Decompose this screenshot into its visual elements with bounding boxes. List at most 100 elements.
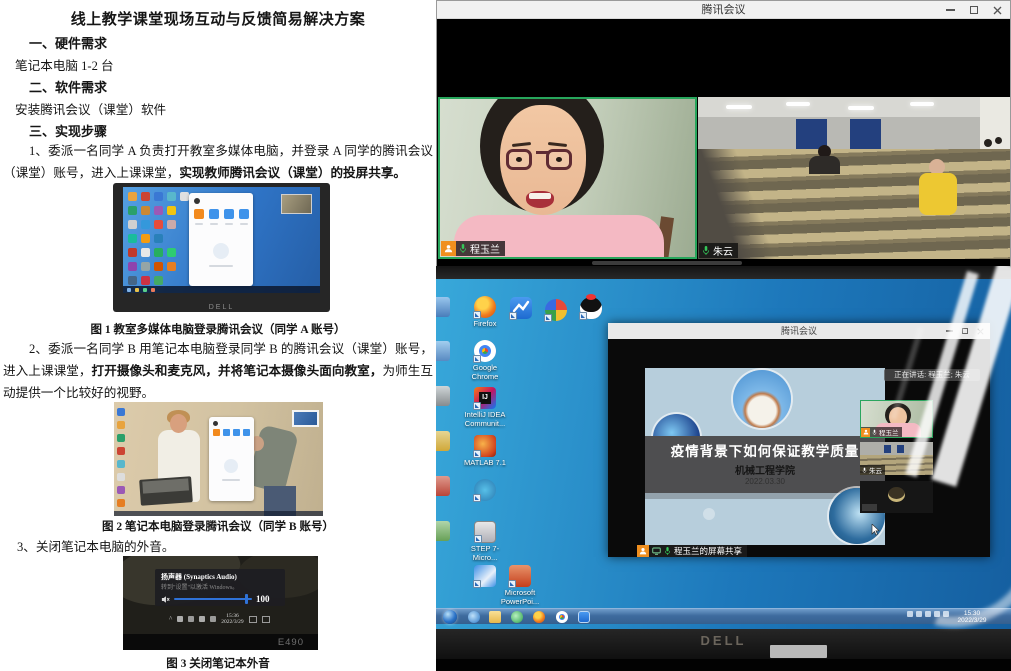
maximize-button[interactable] (970, 6, 978, 14)
desktop-icon-chrome[interactable]: Google Chrome (459, 340, 511, 381)
fig2-empty-state (224, 459, 238, 473)
taskbar-clock[interactable]: 15:30 2022/3/29 (951, 610, 993, 624)
fig1-avatar (194, 198, 200, 204)
muted-speaker-icon (161, 595, 170, 604)
icon-label: Microsoft PowerPoi... (501, 588, 539, 606)
fig1-join-button (194, 209, 204, 219)
fig3-taskbar: ^ 15:362022/3/29 (169, 612, 315, 626)
fig1-desktop-icon-grid (128, 192, 137, 201)
window-titlebar[interactable]: 腾讯会议 (437, 1, 1010, 19)
fig2-avatar (213, 421, 218, 426)
desktop-icon-pinwheel[interactable] (541, 299, 571, 323)
document-page: 线上教学课堂现场互动与反馈简易解决方案 一、硬件需求 笔记本电脑 1-2 台 二… (0, 0, 436, 671)
ceiling-light (848, 106, 874, 110)
mouse-cursor (871, 524, 880, 536)
fig2-share-button (243, 429, 250, 436)
thumb1-mic-icon (872, 429, 877, 436)
minimize-button[interactable] (946, 9, 955, 11)
icon-label: Google Chrome (472, 363, 499, 381)
photo-minimize-button[interactable] (946, 330, 953, 331)
thumbnail-chengyulan[interactable]: 程玉兰 (860, 400, 933, 438)
photo-window-title: 腾讯会议 (608, 323, 990, 339)
slide-org: 机械工程学院 (645, 462, 885, 477)
monitor-bottom-bezel: DELL (436, 629, 1011, 659)
taskbar-chrome-icon[interactable] (556, 611, 568, 623)
desktop-icon-powerpoint[interactable]: Microsoft PowerPoi... (494, 565, 546, 606)
section1-heading: 一、硬件需求 (29, 33, 107, 52)
fig1-task-icon (135, 288, 139, 292)
mic-on-icon (702, 245, 710, 256)
desktop-icon-intellij[interactable]: IJ IntelliJ IDEA Communit... (459, 387, 511, 428)
glasses-bridge (536, 151, 548, 154)
fig1-empty-state (213, 243, 229, 259)
fig1-camera-thumbnail (281, 194, 312, 214)
desktop-icon-recyclebin-cut[interactable] (436, 386, 450, 406)
fig3-volume-slider (174, 598, 252, 600)
tray-network-icon (925, 611, 931, 617)
desktop-icon-step7[interactable]: STEP 7-Micro... (459, 521, 511, 562)
mic-on-icon (459, 243, 467, 254)
ceiling-light (726, 105, 752, 109)
fig1-share-button (239, 209, 249, 219)
fig3-battery-icon (188, 616, 194, 622)
figure3-volume-photo: 扬声器 (Synaptics Audio) 转到"设置"以激活 Windows。… (123, 556, 318, 650)
doc-title: 线上教学课堂现场互动与反馈简易解决方案 (0, 8, 436, 29)
shared-slide: 疫情背景下如何保证教学质量 机械工程学院 2022.03.30 (645, 368, 885, 545)
step3-text: 3、关闭笔记本电脑的外音。 (17, 536, 174, 555)
step2-bold: 打开摄像头和麦克风，并将笔记本摄像头面向教室， (92, 364, 383, 378)
tray-update-icon (916, 611, 922, 617)
nametag-chengyulan: 程玉兰 (441, 241, 505, 256)
step1-paragraph: 1、委派一名同学 A 负责打开教室多媒体电脑，并登录 A 同学的腾讯会议（课堂）… (3, 141, 433, 185)
start-button[interactable] (443, 610, 457, 624)
desktop-icon-doc-cut[interactable] (436, 521, 450, 541)
icon-label: Firefox (474, 319, 497, 328)
video-tile-chengyulan[interactable]: 程玉兰 (438, 97, 697, 259)
close-button[interactable] (993, 6, 1002, 15)
bottom-grip-bar (592, 261, 742, 265)
desktop-icon-qq[interactable] (576, 297, 606, 321)
desktop-icon-ie-cut[interactable] (436, 431, 450, 451)
taskbar-ie-icon[interactable] (468, 611, 480, 623)
desktop-icon-computer-cut[interactable] (436, 297, 450, 317)
taskbar-folder-icon[interactable] (489, 611, 501, 623)
fig3-action-center-icon (262, 616, 270, 623)
photo-close-button[interactable] (977, 328, 984, 335)
desktop-icon-network-cut[interactable] (436, 341, 450, 361)
desktop-icon-red-cut[interactable] (436, 476, 450, 496)
desktop-icon-tencent-meeting[interactable] (506, 297, 536, 321)
thumbnail-participant3[interactable] (860, 481, 933, 513)
photo-window-titlebar[interactable]: 腾讯会议 (608, 323, 990, 339)
taskbar-firefox-icon[interactable] (533, 611, 545, 623)
fig2-meeting-panel (209, 417, 254, 501)
tray-printer-icon (907, 611, 913, 617)
thumb3-nametag (862, 504, 877, 511)
desktop-icon-firefox[interactable]: Firefox (459, 296, 511, 329)
desktop-icon-qqplayer[interactable] (459, 479, 511, 503)
taskbar-360-icon[interactable] (511, 611, 523, 623)
fig3-laptop-model: E490 (278, 637, 304, 648)
slide-book-circle (733, 370, 791, 428)
tencent-meeting-window: 腾讯会议 程 (436, 0, 1011, 266)
photo-maximize-button[interactable] (962, 328, 968, 334)
slide-pale-dot2 (703, 508, 715, 520)
dell-logo: DELL (436, 633, 1011, 648)
icon-label: MATLAB 7.1 (464, 458, 506, 467)
thumbnail-zhuyun[interactable]: 朱云 (860, 442, 933, 475)
tray-volume-icon (934, 611, 940, 617)
section1-body: 笔记本电脑 1-2 台 (15, 55, 114, 74)
woman-smile (526, 191, 554, 208)
desktop-icon-matlab[interactable]: MATLAB 7.1 (459, 435, 511, 468)
thumb2-panel2 (897, 445, 904, 453)
fig3-activate-watermark: 转到"设置"以激活 Windows。 (161, 582, 279, 591)
fig2-desktop-icon-column (117, 408, 125, 416)
nametag-zhuyun: 朱云 (699, 243, 738, 258)
tray-language-icon (943, 611, 949, 617)
taskbar-meeting-icon[interactable] (578, 611, 590, 623)
screenshot-root: 线上教学课堂现场互动与反馈简易解决方案 一、硬件需求 笔记本电脑 1-2 台 二… (0, 0, 1011, 671)
thumb2-nametag: 朱云 (860, 465, 885, 475)
fig1-meeting-panel (189, 193, 253, 286)
system-tray[interactable] (907, 611, 949, 617)
thumb1-person-icon (861, 428, 870, 437)
fig2-schedule-button (233, 429, 240, 436)
video-tile-zhuyun[interactable]: 朱云 (698, 97, 1010, 259)
